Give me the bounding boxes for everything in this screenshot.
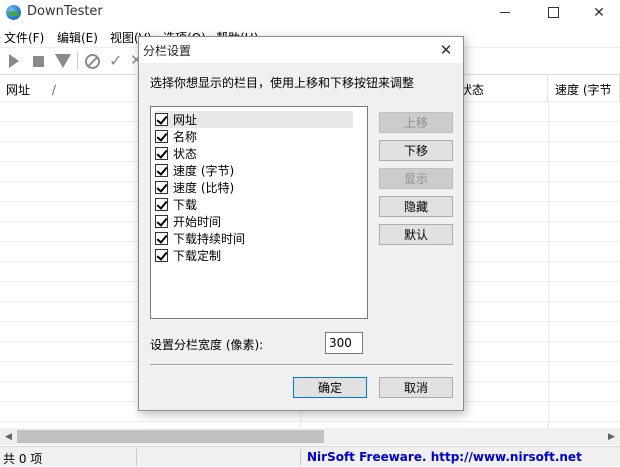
column-header-speed[interactable]: 速度 (字节 xyxy=(549,75,620,101)
column-item-label: 状态 xyxy=(173,147,198,161)
checkbox-checked-icon[interactable] xyxy=(155,164,168,177)
column-header-status[interactable]: 状态 xyxy=(460,75,548,101)
column-item-label: 下载 xyxy=(173,198,198,212)
column-settings-dialog: 分栏设置 ✕ 选择你想显示的栏目，使用上移和下移按钮来调整 网址 名称 状态 速… xyxy=(138,36,464,411)
column-width-input[interactable]: 300 xyxy=(325,332,363,354)
column-item-label: 下载持续时间 xyxy=(173,232,246,246)
scroll-left-icon[interactable]: ◀ xyxy=(0,428,17,445)
column-item-label: 速度 (比特) xyxy=(173,181,235,195)
column-checklist[interactable]: 网址 名称 状态 速度 (字节) 速度 (比特) 下载 开始时间 下载持续时间 xyxy=(150,106,368,319)
dialog-close-icon[interactable]: ✕ xyxy=(435,39,457,61)
checkbox-checked-icon[interactable] xyxy=(155,215,168,228)
hide-button[interactable]: 隐藏 xyxy=(379,196,453,217)
checkbox-checked-icon[interactable] xyxy=(155,113,168,126)
column-header-speed-label: 速度 (字节 xyxy=(555,83,612,97)
app-globe-icon xyxy=(6,5,21,20)
horizontal-scrollbar[interactable]: ◀ ▶ xyxy=(0,428,620,445)
dialog-title: 分栏设置 xyxy=(143,44,192,58)
show-button[interactable]: 显示 xyxy=(379,168,453,189)
checkbox-checked-icon[interactable] xyxy=(155,130,168,143)
column-item-download-custom[interactable]: 下载定制 xyxy=(155,247,353,264)
status-bar: 共 0 项 NirSoft Freeware. http://www.nirso… xyxy=(0,446,620,466)
column-item-label: 下载定制 xyxy=(173,249,222,263)
download-icon[interactable] xyxy=(55,54,71,68)
ok-button[interactable]: 确定 xyxy=(293,377,367,398)
default-button[interactable]: 默认 xyxy=(379,224,453,245)
column-line xyxy=(548,101,549,429)
column-item-name[interactable]: 名称 xyxy=(155,128,353,145)
dialog-title-bar: 分栏设置 ✕ xyxy=(139,37,463,63)
play-icon[interactable] xyxy=(9,54,19,68)
toolbar-separator xyxy=(77,52,78,70)
nirsoft-link[interactable]: NirSoft Freeware. http://www.nirsoft.net xyxy=(307,450,582,464)
column-item-label: 网址 xyxy=(173,113,198,127)
column-item-speed-bits[interactable]: 速度 (比特) xyxy=(155,179,353,196)
checkbox-checked-icon[interactable] xyxy=(155,232,168,245)
column-item-label: 开始时间 xyxy=(173,215,222,229)
dialog-instruction: 选择你想显示的栏目，使用上移和下移按钮来调整 xyxy=(150,76,415,90)
column-item-url[interactable]: 网址 xyxy=(155,111,353,128)
column-item-duration[interactable]: 下载持续时间 xyxy=(155,230,353,247)
move-up-button[interactable]: 上移 xyxy=(379,112,453,133)
check-icon[interactable]: ✓ xyxy=(109,53,125,69)
column-item-speed-bytes[interactable]: 速度 (字节) xyxy=(155,162,353,179)
window-title: DownTester xyxy=(27,4,103,19)
status-separator xyxy=(136,449,137,465)
scroll-right-icon[interactable]: ▶ xyxy=(603,428,620,445)
column-header-url-label: 网址 xyxy=(6,83,31,97)
stop-icon[interactable] xyxy=(33,56,44,67)
grid-line xyxy=(0,421,620,422)
sort-indicator-icon: / xyxy=(51,83,56,97)
menu-file[interactable]: 文件(F) xyxy=(4,29,44,46)
column-width-label: 设置分栏宽度 (像素): xyxy=(150,338,264,352)
scrollbar-thumb[interactable] xyxy=(17,430,324,443)
cancel-icon[interactable] xyxy=(85,54,100,69)
close-window-button[interactable]: ✕ xyxy=(576,0,620,25)
menu-edit[interactable]: 编辑(E) xyxy=(57,29,98,46)
column-item-download[interactable]: 下载 xyxy=(155,196,353,213)
dialog-divider xyxy=(150,364,453,366)
checkbox-checked-icon[interactable] xyxy=(155,181,168,194)
checkbox-checked-icon[interactable] xyxy=(155,198,168,211)
column-item-status[interactable]: 状态 xyxy=(155,145,353,162)
item-count: 共 0 项 xyxy=(3,452,43,466)
column-item-start-time[interactable]: 开始时间 xyxy=(155,213,353,230)
move-down-button[interactable]: 下移 xyxy=(379,140,453,161)
maximize-button[interactable] xyxy=(530,0,576,25)
minimize-button[interactable] xyxy=(482,0,528,25)
checkbox-checked-icon[interactable] xyxy=(155,249,168,262)
column-item-label: 速度 (字节) xyxy=(173,164,235,178)
title-bar: DownTester ✕ xyxy=(0,0,620,25)
status-separator xyxy=(300,449,301,465)
checkbox-checked-icon[interactable] xyxy=(155,147,168,160)
cancel-button[interactable]: 取消 xyxy=(379,377,453,398)
column-item-label: 名称 xyxy=(173,130,198,144)
